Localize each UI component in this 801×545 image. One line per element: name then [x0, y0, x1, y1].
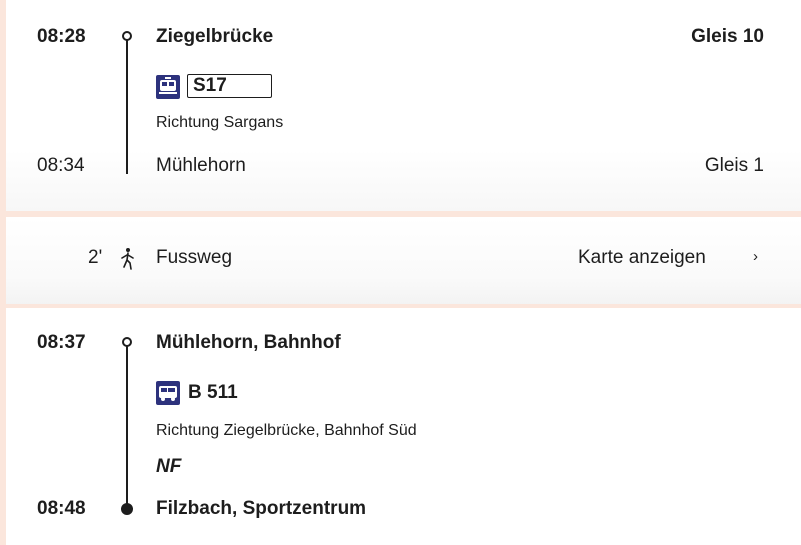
departure-stop[interactable]: Ziegelbrücke [156, 26, 273, 48]
departure-time: 08:37 [37, 332, 86, 353]
route-line [126, 40, 128, 174]
departure-time: 08:28 [37, 26, 86, 47]
walk-duration: 2' [88, 247, 103, 268]
direction-text: Richtung Ziegelbrücke, Bahnhof Süd [156, 422, 417, 439]
departure-stop[interactable]: Mühlehorn, Bahnhof [156, 332, 341, 354]
line-label: B 511 [188, 382, 238, 403]
departure-platform: Gleis 10 [691, 26, 764, 47]
walk-label: Fussweg [156, 247, 233, 268]
leg-card-2: 08:37 Mühlehorn, Bahnhof B 511 Richtung … [6, 308, 801, 545]
show-map-link[interactable]: Karte anzeigen [578, 247, 706, 269]
line-badge: S17 [187, 74, 272, 98]
bus-icon [156, 381, 180, 405]
arrival-dot-icon [121, 503, 133, 515]
vehicle-note: NF [156, 456, 182, 477]
route-line [126, 346, 128, 506]
walk-card[interactable]: 2' Fussweg Karte anzeigen › [6, 217, 801, 304]
arrival-platform: Gleis 1 [704, 155, 764, 176]
arrival-stop[interactable]: Filzbach, Sportzentrum [156, 498, 366, 520]
chevron-right-icon[interactable]: › [753, 248, 758, 265]
direction-text: Richtung Sargans [156, 114, 284, 131]
arrival-stop[interactable]: Mühlehorn [156, 155, 246, 177]
leg-card-1: 08:28 Ziegelbrücke Gleis 10 S17 Richtung… [6, 0, 801, 211]
walking-person-icon [118, 247, 138, 276]
train-icon [156, 75, 180, 99]
arrival-time: 08:48 [37, 498, 86, 519]
arrival-time: 08:34 [37, 155, 85, 176]
